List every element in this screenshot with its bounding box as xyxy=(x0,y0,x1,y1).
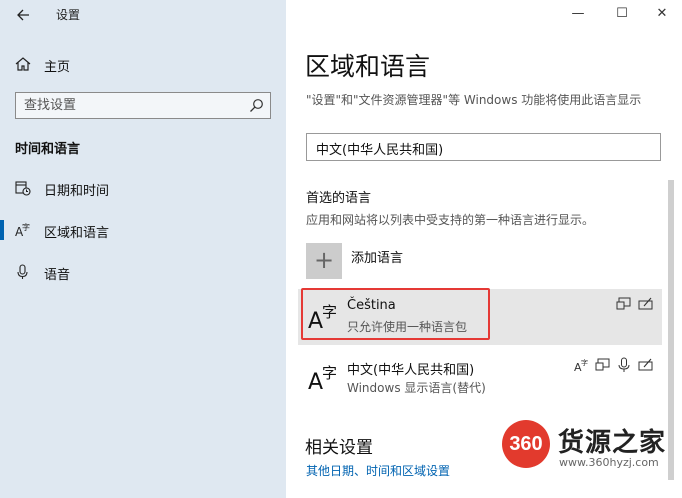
close-button[interactable]: ✕ xyxy=(642,0,682,28)
section-title: 时间和语言 xyxy=(15,142,81,157)
add-language-label: 添加语言 xyxy=(351,251,404,266)
sidebar-item-region-language[interactable]: A 字 区域和语言 xyxy=(0,214,286,246)
svg-text:字: 字 xyxy=(22,222,30,232)
region-dropdown[interactable]: 中文(中华人民共和国) xyxy=(306,133,661,161)
page-title: 区域和语言 xyxy=(305,52,431,81)
sidebar-item-label: 日期和时间 xyxy=(44,184,110,199)
search-box[interactable] xyxy=(15,92,271,119)
preferred-languages-heading: 首选的语言 xyxy=(306,191,372,206)
microphone-icon xyxy=(618,357,630,372)
home-icon xyxy=(15,57,31,71)
svg-text:字: 字 xyxy=(581,358,588,367)
sidebar-item-label: 语音 xyxy=(44,268,71,283)
preferred-languages-description: 应用和网站将以列表中受支持的第一种语言进行显示。 xyxy=(306,213,595,227)
back-arrow-icon xyxy=(17,9,29,21)
maximize-button[interactable]: ☐ xyxy=(602,0,642,28)
language-icon: A 字 xyxy=(15,222,30,239)
svg-text:A: A xyxy=(308,370,323,393)
language-feature-icon: A 字 xyxy=(574,358,588,373)
highlight-box xyxy=(301,288,490,340)
scrollbar[interactable] xyxy=(668,180,674,480)
handwriting-icon xyxy=(638,358,653,371)
add-language-button[interactable]: + 添加语言 xyxy=(306,243,506,281)
language-item-chinese[interactable]: A 字 中文(中华人民共和国) Windows 显示语言(替代) A 字 xyxy=(298,350,662,406)
search-input[interactable] xyxy=(24,96,239,115)
watermark-badge-text: 360 xyxy=(509,433,543,455)
display-language-icon xyxy=(616,297,631,310)
other-date-time-region-link[interactable]: 其他日期、时间和区域设置 xyxy=(306,462,450,479)
selected-indicator xyxy=(0,220,4,240)
app-title: 设置 xyxy=(56,8,81,22)
language-status: Windows 显示语言(替代) xyxy=(347,381,486,395)
handwriting-icon xyxy=(638,297,653,310)
related-settings-heading: 相关设置 xyxy=(305,438,373,458)
sidebar-item-label: 主页 xyxy=(44,60,71,75)
sidebar-item-label: 区域和语言 xyxy=(44,226,110,241)
calendar-clock-icon xyxy=(15,181,31,196)
language-icon: A 字 xyxy=(308,364,337,393)
add-language-tile: + xyxy=(306,243,342,279)
display-language-icon xyxy=(595,358,610,371)
search-icon[interactable] xyxy=(249,98,264,113)
watermark-logo: 360 xyxy=(502,420,550,468)
watermark-name: 货源之家 xyxy=(558,428,667,458)
sidebar-item-home[interactable]: 主页 xyxy=(0,50,286,80)
sidebar: 设置 主页 时间和语言 日期和时间 A 字 区域和语言 xyxy=(0,0,286,498)
microphone-icon xyxy=(17,264,28,279)
svg-text:字: 字 xyxy=(322,364,337,382)
page-description: "设置"和"文件资源管理器"等 Windows 功能将使用此语言显示 xyxy=(306,93,642,107)
back-button[interactable] xyxy=(12,4,34,26)
sidebar-item-date-time[interactable]: 日期和时间 xyxy=(0,172,286,204)
plus-icon: + xyxy=(313,246,335,274)
region-dropdown-value: 中文(中华人民共和国) xyxy=(316,143,444,158)
minimize-button[interactable]: — xyxy=(558,0,598,28)
sidebar-item-speech[interactable]: 语音 xyxy=(0,256,286,288)
watermark-url: www.360hyzj.com xyxy=(559,456,659,469)
language-name: 中文(中华人民共和国) xyxy=(347,363,475,378)
